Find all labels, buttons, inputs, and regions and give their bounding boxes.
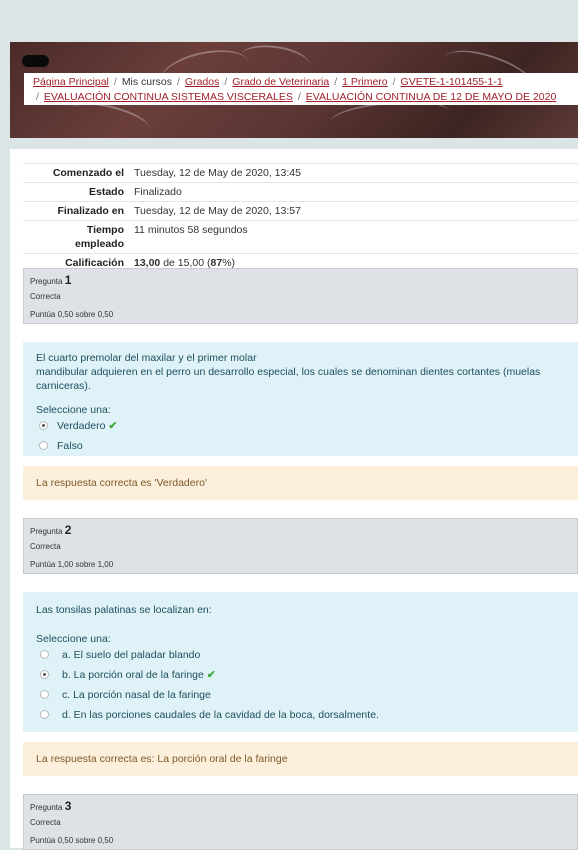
breadcrumb-separator: /	[334, 76, 338, 88]
breadcrumb-course-code[interactable]: GVETE-1-101455-1-1	[401, 76, 503, 88]
breadcrumb-evaluacion-sistemas[interactable]: EVALUACIÓN CONTINUA SISTEMAS VISCERALES	[44, 91, 293, 103]
summary-label-part: empleado	[74, 238, 124, 250]
breadcrumb-separator: /	[392, 76, 396, 88]
answer-label: Verdadero	[57, 420, 106, 432]
summary-row-started: Comenzado el Tuesday, 12 de May de 2020,…	[23, 163, 578, 183]
answer-option[interactable]: Falso	[36, 436, 565, 456]
breadcrumb-grado-veterinaria[interactable]: Grado de Veterinaria	[232, 76, 329, 88]
question-number-value: 2	[64, 523, 72, 537]
question-info-3: Pregunta 3 Correcta Puntúa 0,50 sobre 0,…	[23, 794, 578, 850]
question-feedback-1: La respuesta correcta es 'Verdadero'	[23, 466, 578, 500]
answer-option[interactable]: d. En las porciones caudales de la cavid…	[36, 705, 565, 725]
answer-option[interactable]: a. El suelo del paladar blando	[36, 645, 565, 665]
summary-label: Comenzado el	[23, 163, 129, 183]
question-info-2: Pregunta 2 Correcta Puntúa 1,00 sobre 1,…	[23, 518, 578, 574]
question-text: Las tonsilas palatinas se localizan en:	[36, 604, 212, 616]
question-grade: Puntúa 1,00 sobre 1,00	[30, 560, 114, 569]
question-label: Pregunta	[30, 803, 63, 812]
course-header-image: Página Principal / Mis cursos / Grados / Grado…	[10, 42, 578, 138]
answer-prompt: Seleccione una:	[36, 633, 111, 645]
radio-icon[interactable]	[40, 710, 49, 719]
question-state: Correcta	[30, 542, 61, 551]
question-grade: Puntúa 0,50 sobre 0,50	[30, 310, 114, 319]
radio-icon[interactable]	[40, 690, 49, 699]
question-label: Pregunta	[30, 527, 63, 536]
summary-value: 11 minutos 58 segundos	[129, 220, 578, 254]
breadcrumb-separator: /	[297, 91, 301, 103]
answer-label: b. La porción oral de la faringe	[62, 669, 204, 681]
correct-check-icon: ✔	[108, 420, 118, 432]
question-number: Pregunta 2	[30, 523, 571, 537]
breadcrumb-grados[interactable]: Grados	[185, 76, 219, 88]
summary-label: Finalizado en	[23, 201, 129, 221]
answer-label: d. En las porciones caudales de la cavid…	[62, 709, 379, 721]
question-number-value: 1	[64, 273, 72, 287]
question-text: mandibular adquieren en el perro un desa…	[36, 366, 541, 392]
summary-label: Tiempo empleado	[23, 220, 129, 254]
radio-icon[interactable]	[40, 650, 49, 659]
question-state: Correcta	[30, 818, 61, 827]
radio-selected-icon[interactable]	[39, 421, 48, 430]
breadcrumb-separator: /	[36, 91, 39, 103]
breadcrumb-separator: /	[224, 76, 228, 88]
breadcrumb: Página Principal / Mis cursos / Grados / Grado…	[24, 73, 578, 105]
answer-label: a. El suelo del paladar blando	[62, 649, 201, 661]
summary-row-time: Tiempo empleado 11 minutos 58 segundos	[23, 220, 578, 254]
question-number: Pregunta 1	[30, 273, 571, 287]
question-number-value: 3	[64, 799, 72, 813]
answer-option[interactable]: c. La porción nasal de la faringe	[36, 685, 565, 705]
breadcrumb-primero[interactable]: 1 Primero	[342, 76, 388, 88]
breadcrumb-my-courses: Mis cursos	[121, 76, 172, 88]
attempt-summary-table: Comenzado el Tuesday, 12 de May de 2020,…	[23, 163, 578, 272]
quiz-review-content: Comenzado el Tuesday, 12 de May de 2020,…	[10, 149, 578, 850]
answer-option[interactable]: b. La porción oral de la faringe ✔	[36, 665, 565, 685]
question-text: El cuarto premolar del maxilar y el prim…	[36, 352, 257, 364]
answer-label: c. La porción nasal de la faringe	[62, 689, 211, 701]
correct-check-icon: ✔	[206, 669, 216, 681]
question-feedback-2: La respuesta correcta es: La porción ora…	[23, 742, 578, 776]
summary-value: Tuesday, 12 de May de 2020, 13:45	[129, 163, 578, 183]
radio-selected-icon[interactable]	[40, 670, 49, 679]
question-number: Pregunta 3	[30, 799, 571, 813]
summary-row-state: Estado Finalizado	[23, 182, 578, 202]
answer-label: Falso	[57, 440, 83, 452]
question-content-2: Las tonsilas palatinas se localizan en: …	[23, 592, 578, 732]
breadcrumb-home[interactable]: Página Principal	[33, 76, 109, 88]
question-info-1: Pregunta 1 Correcta Puntúa 0,50 sobre 0,…	[23, 268, 578, 324]
summary-label-part: Tiempo	[86, 224, 124, 236]
breadcrumb-separator: /	[113, 76, 117, 88]
question-content-1: El cuarto premolar del maxilar y el prim…	[23, 342, 578, 456]
radio-icon[interactable]	[39, 441, 48, 450]
menu-toggle[interactable]	[22, 55, 49, 67]
summary-row-finished: Finalizado en Tuesday, 12 de May de 2020…	[23, 201, 578, 221]
question-label: Pregunta	[30, 277, 63, 286]
summary-value: Tuesday, 12 de May de 2020, 13:57	[129, 201, 578, 221]
answer-prompt: Seleccione una:	[36, 404, 111, 416]
breadcrumb-separator: /	[177, 76, 180, 88]
summary-label: Estado	[23, 182, 129, 202]
answer-option[interactable]: Verdadero ✔	[36, 416, 565, 436]
breadcrumb-evaluacion-12-mayo[interactable]: EVALUACIÓN CONTINUA DE 12 DE MAYO DE 202…	[306, 91, 557, 103]
question-grade: Puntúa 0,50 sobre 0,50	[30, 836, 114, 845]
summary-value: Finalizado	[129, 182, 578, 202]
question-state: Correcta	[30, 292, 61, 301]
